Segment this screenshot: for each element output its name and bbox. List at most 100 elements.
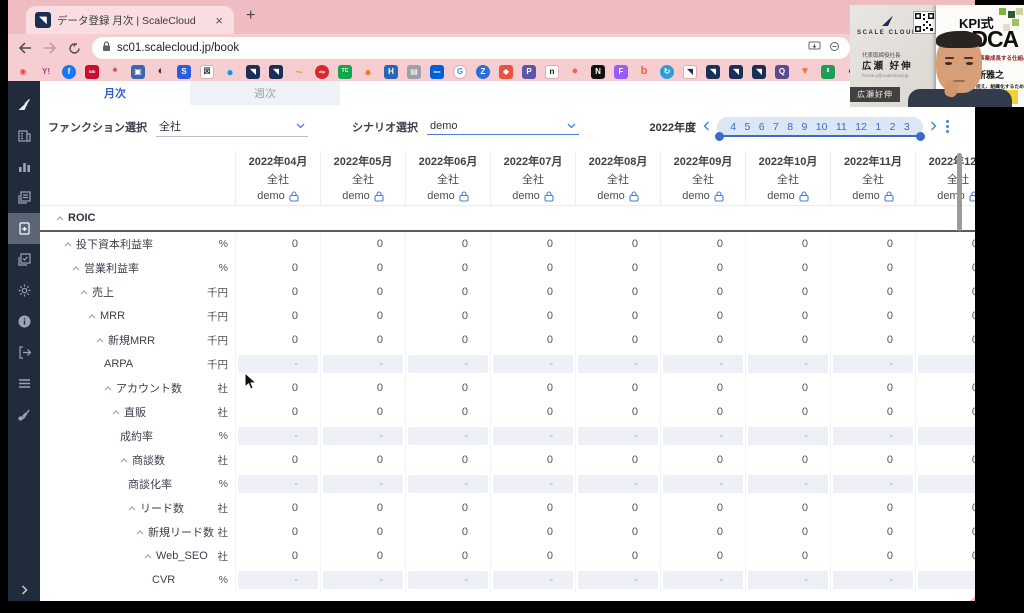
techcrunch-bookmark-icon[interactable]: TC — [338, 64, 352, 79]
value-cell[interactable]: 0 — [235, 400, 320, 424]
period-month-button[interactable]: 5 — [744, 121, 750, 133]
browser-tab[interactable]: ◥ データ登録 月次 | ScaleCloud × — [26, 6, 234, 34]
value-cell[interactable]: 0 — [830, 400, 915, 424]
value-cell[interactable]: - — [405, 424, 490, 448]
value-cell[interactable]: 0 — [320, 304, 405, 328]
scenario-select[interactable]: demo — [427, 118, 579, 135]
value-cell[interactable]: - — [490, 568, 575, 592]
value-cell[interactable]: - — [320, 472, 405, 496]
value-cell[interactable]: 0 — [830, 376, 915, 400]
value-cell[interactable]: 0 — [745, 328, 830, 352]
value-cell[interactable]: 0 — [575, 232, 660, 256]
value-cell[interactable]: 0 — [830, 280, 915, 304]
value-cell[interactable]: 0 — [915, 256, 975, 280]
value-cell[interactable]: - — [830, 424, 915, 448]
row-label-cell[interactable]: 成約率% — [40, 424, 235, 448]
period-month-slider[interactable]: 4 5 6 7 8 9 10 11 12 1 2 3 — [715, 116, 925, 141]
purple-app-bookmark-icon[interactable]: P — [522, 64, 536, 79]
facebook-bookmark-icon[interactable]: f — [62, 64, 76, 79]
gray-grid-bookmark-icon[interactable]: ▤ — [407, 64, 421, 79]
value-cell[interactable]: 0 — [660, 376, 745, 400]
value-cell[interactable]: 0 — [235, 280, 320, 304]
value-cell[interactable]: 0 — [490, 376, 575, 400]
row-label-cell[interactable]: ARPA 千円 — [40, 352, 235, 376]
value-cell[interactable]: - — [660, 424, 745, 448]
period-month-button[interactable]: 9 — [802, 121, 808, 133]
sidebar-item-logout[interactable] — [8, 337, 40, 368]
value-cell[interactable]: 0 — [405, 304, 490, 328]
period-menu-icon[interactable] — [944, 118, 951, 135]
row-label-cell[interactable]: 売上 千円 — [40, 280, 235, 304]
google-bookmark-icon[interactable]: G — [453, 64, 467, 79]
notion-light-bookmark-icon[interactable]: n — [545, 64, 559, 79]
hatena-bookmark-icon[interactable]: H — [384, 64, 398, 79]
value-cell[interactable]: 0 — [320, 256, 405, 280]
value-cell[interactable]: - — [745, 568, 830, 592]
value-cell[interactable]: 0 — [490, 328, 575, 352]
reload-icon[interactable] — [68, 42, 81, 55]
value-cell[interactable]: 0 — [235, 448, 320, 472]
back-icon[interactable] — [18, 42, 32, 54]
value-cell[interactable]: - — [575, 424, 660, 448]
value-cell[interactable]: 0 — [915, 280, 975, 304]
value-cell[interactable]: - — [915, 424, 975, 448]
period-month-button[interactable]: 7 — [773, 121, 779, 133]
value-cell[interactable]: 0 — [745, 544, 830, 568]
value-cell[interactable]: - — [830, 352, 915, 376]
value-cell[interactable]: 0 — [915, 304, 975, 328]
value-cell[interactable]: 0 — [490, 400, 575, 424]
value-cell[interactable]: 0 — [830, 448, 915, 472]
value-cell[interactable]: 0 — [660, 400, 745, 424]
value-cell[interactable]: 0 — [745, 376, 830, 400]
value-cell[interactable]: 0 — [235, 256, 320, 280]
row-label-cell[interactable]: 直販 社 — [40, 400, 235, 424]
value-cell[interactable]: - — [660, 472, 745, 496]
collapse-icon[interactable] — [56, 215, 64, 221]
value-cell[interactable]: 0 — [830, 520, 915, 544]
value-cell[interactable]: 0 — [660, 280, 745, 304]
box-bookmark-icon[interactable]: box — [430, 64, 444, 79]
sidebar-item-tools[interactable] — [8, 399, 40, 430]
value-cell[interactable]: 0 — [320, 400, 405, 424]
yahoo-bookmark-icon[interactable]: Y! — [39, 65, 53, 79]
sidebar-expand-icon[interactable] — [8, 585, 40, 595]
value-cell[interactable]: 0 — [660, 544, 745, 568]
sidebar-item-menu[interactable] — [8, 368, 40, 399]
lock-icon[interactable] — [374, 190, 384, 202]
value-cell[interactable]: 0 — [490, 256, 575, 280]
value-cell[interactable]: - — [660, 568, 745, 592]
sidebar-item-tasks[interactable] — [8, 244, 40, 275]
value-cell[interactable]: 0 — [575, 280, 660, 304]
value-cell[interactable]: 0 — [745, 520, 830, 544]
value-cell[interactable]: 0 — [320, 280, 405, 304]
value-cell[interactable]: 0 — [915, 232, 975, 256]
row-label-cell[interactable]: 商談化率% — [40, 472, 235, 496]
install-app-icon[interactable] — [808, 39, 821, 57]
row-label-cell[interactable]: MRR 千円 — [40, 304, 235, 328]
value-cell[interactable]: - — [575, 472, 660, 496]
value-cell[interactable]: - — [575, 352, 660, 376]
scalecloud-3-bookmark-icon[interactable]: ◥ — [683, 64, 697, 79]
value-cell[interactable]: 0 — [235, 328, 320, 352]
value-cell[interactable]: 0 — [915, 448, 975, 472]
value-cell[interactable]: - — [235, 568, 320, 592]
value-cell[interactable]: 0 — [660, 520, 745, 544]
collapse-icon[interactable] — [120, 457, 128, 463]
value-cell[interactable]: 0 — [660, 304, 745, 328]
row-label-cell[interactable]: 投下資本利益率% — [40, 232, 235, 256]
period-month-button[interactable]: 4 — [730, 121, 736, 133]
forward-icon[interactable] — [43, 42, 57, 54]
collapse-icon[interactable] — [64, 241, 72, 247]
value-cell[interactable]: 0 — [745, 496, 830, 520]
scalecloud-1-bookmark-icon[interactable]: ◥ — [246, 64, 260, 79]
row-label-cell[interactable]: リード数 社 — [40, 496, 235, 520]
row-label-cell[interactable]: 営業利益率% — [40, 256, 235, 280]
value-cell[interactable]: 0 — [915, 400, 975, 424]
scalecloud-2-bookmark-icon[interactable]: ◥ — [269, 64, 283, 79]
value-cell[interactable]: 0 — [490, 304, 575, 328]
zoom-bookmark-icon[interactable]: Z — [476, 64, 490, 79]
purple-sq-bookmark-icon[interactable]: Q — [775, 64, 789, 79]
sync-bookmark-icon[interactable]: ↻ — [660, 64, 674, 79]
scalecloud-5-bookmark-icon[interactable]: ◥ — [729, 64, 743, 79]
value-cell[interactable]: 0 — [405, 256, 490, 280]
